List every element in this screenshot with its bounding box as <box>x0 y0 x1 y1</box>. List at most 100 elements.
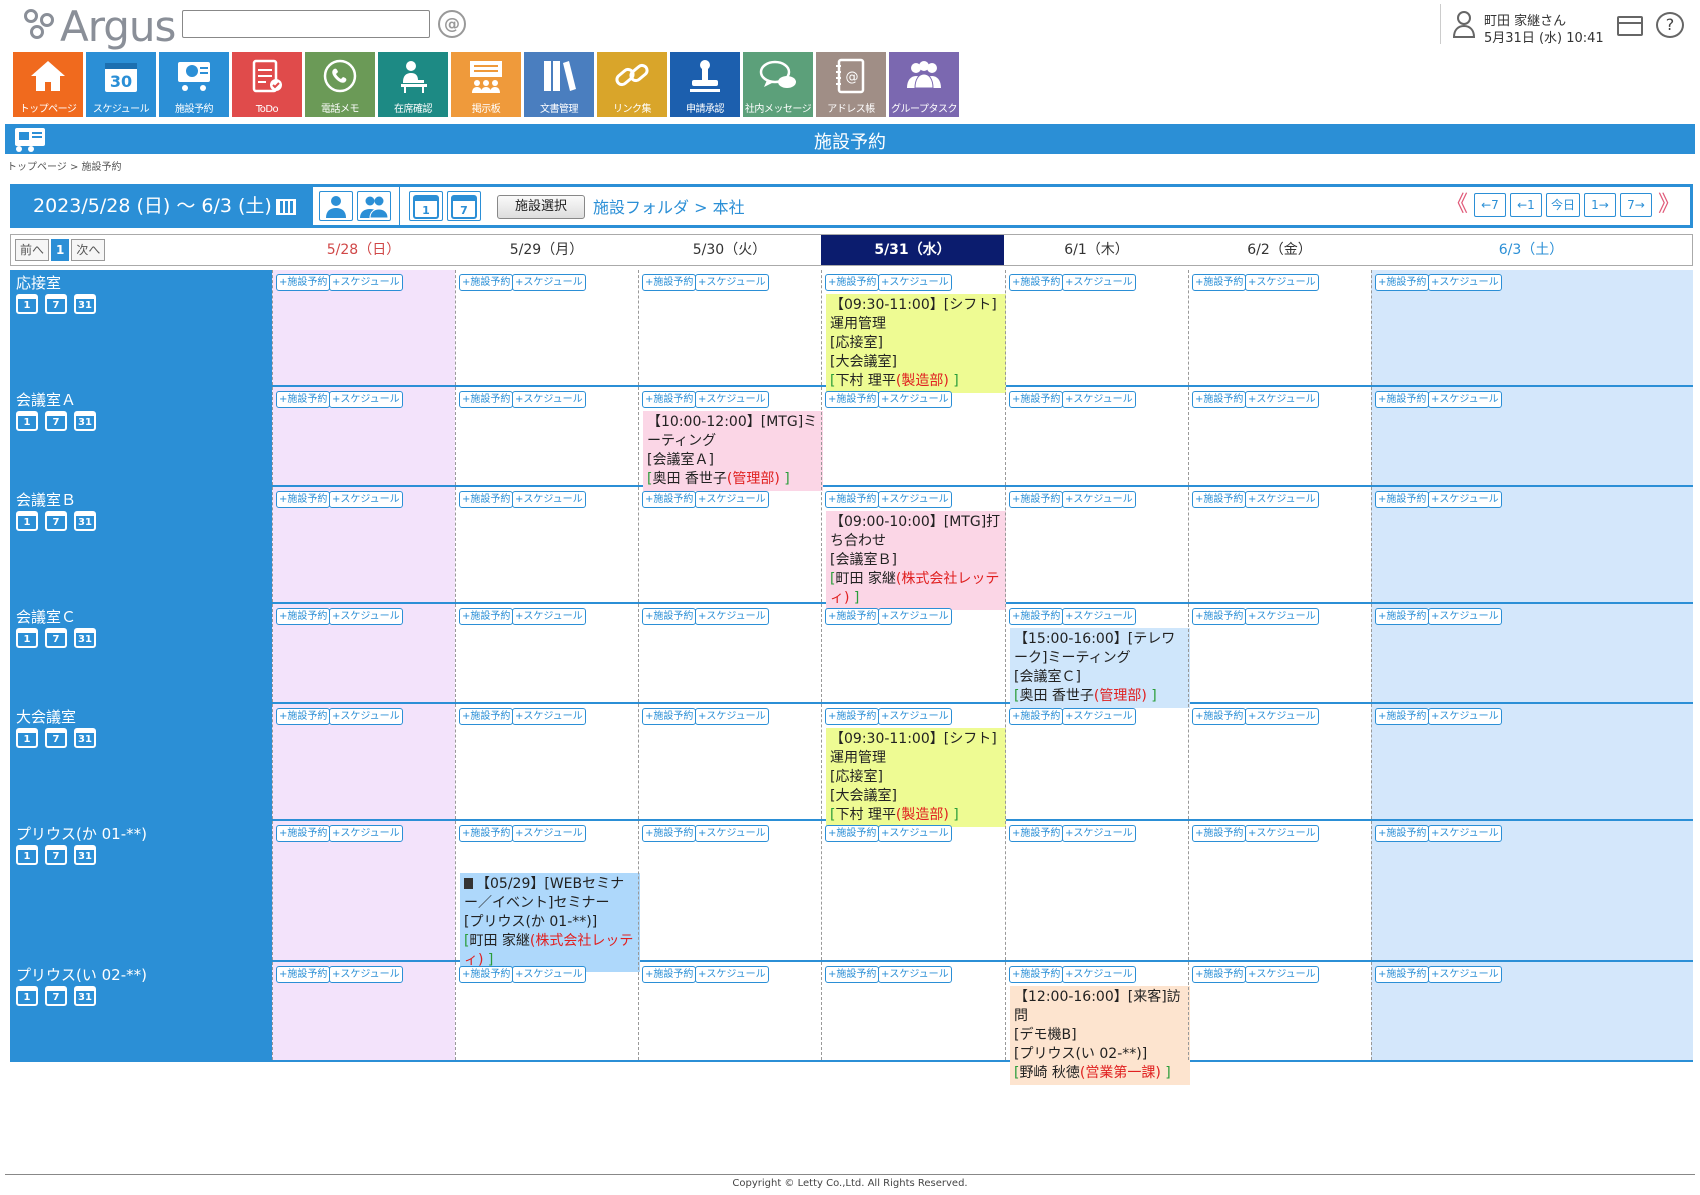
calendar-31-icon[interactable]: 31 <box>74 511 96 531</box>
facility-name[interactable]: 会議室Ａ <box>16 389 76 410</box>
day-header[interactable]: 5/30（火） <box>638 235 821 265</box>
add-schedule-button[interactable]: +スケジュール <box>695 391 769 408</box>
calendar-1-icon[interactable]: 1 <box>16 411 38 431</box>
chevron-left-icon[interactable]: 《 <box>1442 192 1472 218</box>
day-cell[interactable]: +施設予約 +スケジュール <box>1188 270 1371 385</box>
add-reservation-button[interactable]: +施設予約 <box>825 391 880 408</box>
add-schedule-button[interactable]: +スケジュール <box>1062 491 1136 508</box>
add-schedule-button[interactable]: +スケジュール <box>695 966 769 983</box>
day-cell[interactable]: +施設予約 +スケジュール <box>821 387 1004 485</box>
day-view-button[interactable]: 1 <box>409 191 443 221</box>
add-reservation-button[interactable]: +施設予約 <box>1009 708 1064 725</box>
add-schedule-button[interactable]: +スケジュール <box>329 608 403 625</box>
facility-name[interactable]: プリウス(か 01-**) <box>16 823 147 844</box>
day-cell[interactable]: +施設予約 +スケジュール 【09:30-11:00】[シフト]運用管理 [応接室][… <box>821 270 1006 393</box>
day-cell[interactable]: +施設予約 +スケジュール <box>638 962 821 1060</box>
add-reservation-button[interactable]: +施設予約 <box>642 966 697 983</box>
week-view-button[interactable]: 7 <box>447 191 481 221</box>
add-reservation-button[interactable]: +施設予約 <box>459 708 514 725</box>
help-icon[interactable]: ? <box>1656 12 1684 38</box>
facility-name[interactable]: プリウス(い 02-**) <box>16 964 147 985</box>
add-reservation-button[interactable]: +施設予約 <box>459 825 514 842</box>
day-cell[interactable]: +施設予約 +スケジュール <box>272 387 455 485</box>
calendar-1-icon[interactable]: 1 <box>16 986 38 1006</box>
add-reservation-button[interactable]: +施設予約 <box>276 708 331 725</box>
day-cell[interactable]: +施設予約 +スケジュール <box>1188 604 1371 702</box>
breadcrumb[interactable]: トップページ > 施設予約 <box>7 158 122 173</box>
add-schedule-button[interactable]: +スケジュール <box>695 491 769 508</box>
calendar-7-icon[interactable]: 7 <box>45 728 67 748</box>
add-schedule-button[interactable]: +スケジュール <box>1062 966 1136 983</box>
add-reservation-button[interactable]: +施設予約 <box>642 825 697 842</box>
add-schedule-button[interactable]: +スケジュール <box>329 391 403 408</box>
add-schedule-button[interactable]: +スケジュール <box>1062 608 1136 625</box>
add-reservation-button[interactable]: +施設予約 <box>459 391 514 408</box>
calendar-1-icon[interactable]: 1 <box>16 628 38 648</box>
add-schedule-button[interactable]: +スケジュール <box>1062 391 1136 408</box>
facility-folder-path[interactable]: 施設フォルダ > 本社 <box>593 194 745 218</box>
day-cell[interactable]: +施設予約 +スケジュール 【12:00-16:00】[来客]訪問 [デモ機B] [プリ… <box>1005 962 1190 1085</box>
menu-tile[interactable]: 文書管理 <box>524 52 594 117</box>
day-cell[interactable]: +施設予約 +スケジュール <box>455 487 638 602</box>
add-reservation-button[interactable]: +施設予約 <box>1375 825 1430 842</box>
calendar-31-icon[interactable]: 31 <box>74 845 96 865</box>
add-schedule-button[interactable]: +スケジュール <box>1428 708 1502 725</box>
schedule-event[interactable]: 【09:30-11:00】[シフト]運用管理 [応接室] [大会議室] [下村 理平(… <box>826 728 1006 827</box>
add-reservation-button[interactable]: +施設予約 <box>1009 491 1064 508</box>
add-reservation-button[interactable]: +施設予約 <box>1192 825 1247 842</box>
argus-logo[interactable]: Argus <box>24 2 176 51</box>
add-schedule-button[interactable]: +スケジュール <box>512 491 586 508</box>
menu-tile[interactable]: 在席確認 <box>378 52 448 117</box>
add-reservation-button[interactable]: +施設予約 <box>825 491 880 508</box>
day-cell[interactable]: +施設予約 +スケジュール <box>638 821 821 960</box>
group-view-button[interactable] <box>357 191 391 221</box>
add-reservation-button[interactable]: +施設予約 <box>276 608 331 625</box>
add-schedule-button[interactable]: +スケジュール <box>329 825 403 842</box>
menu-tile[interactable]: トップページ <box>13 52 83 117</box>
facility-name[interactable]: 会議室Ｂ <box>16 489 76 510</box>
day-cell[interactable]: +施設予約 +スケジュール <box>1188 704 1371 819</box>
menu-tile[interactable]: 30 スケジュール <box>86 52 156 117</box>
add-reservation-button[interactable]: +施設予約 <box>1375 391 1430 408</box>
add-schedule-button[interactable]: +スケジュール <box>1428 825 1502 842</box>
add-reservation-button[interactable]: +施設予約 <box>1192 274 1247 291</box>
day-cell[interactable]: +施設予約 +スケジュール <box>272 821 455 960</box>
day-header[interactable]: 5/28（日） <box>272 235 455 265</box>
day-cell[interactable]: +施設予約 +スケジュール 【09:30-11:00】[シフト]運用管理 [応接室][… <box>821 704 1006 827</box>
add-schedule-button[interactable]: +スケジュール <box>1062 708 1136 725</box>
add-schedule-button[interactable]: +スケジュール <box>878 825 952 842</box>
schedule-event[interactable]: 【10:00-12:00】[MTG]ミーティング [会議室Ａ] [奥田 香世子(管理… <box>643 411 823 491</box>
add-schedule-button[interactable]: +スケジュール <box>878 491 952 508</box>
menu-tile[interactable]: ToDo <box>232 52 302 117</box>
add-schedule-button[interactable]: +スケジュール <box>695 274 769 291</box>
day-cell[interactable]: +施設予約 +スケジュール <box>1371 387 1693 485</box>
add-schedule-button[interactable]: +スケジュール <box>878 391 952 408</box>
add-schedule-button[interactable]: +スケジュール <box>878 274 952 291</box>
day-cell[interactable]: +施設予約 +スケジュール <box>455 704 638 819</box>
add-reservation-button[interactable]: +施設予約 <box>1009 391 1064 408</box>
add-schedule-button[interactable]: +スケジュール <box>329 491 403 508</box>
add-schedule-button[interactable]: +スケジュール <box>1428 966 1502 983</box>
calendar-picker-icon[interactable] <box>275 198 296 215</box>
add-reservation-button[interactable]: +施設予約 <box>1009 966 1064 983</box>
calendar-1-icon[interactable]: 1 <box>16 845 38 865</box>
day-cell[interactable]: +施設予約 +スケジュール <box>1005 821 1188 960</box>
add-reservation-button[interactable]: +施設予約 <box>276 274 331 291</box>
add-reservation-button[interactable]: +施設予約 <box>1192 966 1247 983</box>
add-schedule-button[interactable]: +スケジュール <box>1245 391 1319 408</box>
add-reservation-button[interactable]: +施設予約 <box>642 608 697 625</box>
add-schedule-button[interactable]: +スケジュール <box>1062 274 1136 291</box>
add-schedule-button[interactable]: +スケジュール <box>1245 708 1319 725</box>
add-schedule-button[interactable]: +スケジュール <box>1428 491 1502 508</box>
add-reservation-button[interactable]: +施設予約 <box>1375 966 1430 983</box>
add-reservation-button[interactable]: +施設予約 <box>825 274 880 291</box>
add-reservation-button[interactable]: +施設予約 <box>642 708 697 725</box>
day-cell[interactable]: +施設予約 +スケジュール <box>272 704 455 819</box>
pager-button[interactable]: 今日 <box>1545 193 1580 217</box>
add-reservation-button[interactable]: +施設予約 <box>459 966 514 983</box>
add-schedule-button[interactable]: +スケジュール <box>329 274 403 291</box>
pager-button[interactable]: 7→ <box>1619 193 1652 217</box>
add-schedule-button[interactable]: +スケジュール <box>329 708 403 725</box>
add-schedule-button[interactable]: +スケジュール <box>878 708 952 725</box>
day-cell[interactable]: +施設予約 +スケジュール <box>1188 962 1371 1060</box>
